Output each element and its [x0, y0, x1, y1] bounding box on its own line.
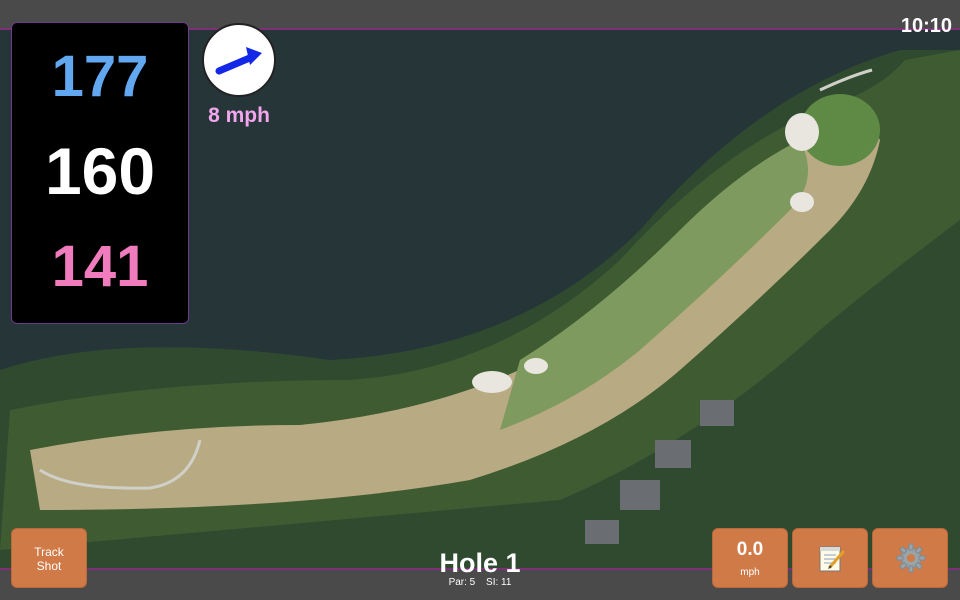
house-4: [585, 520, 619, 544]
gear-icon: [896, 543, 926, 573]
front-distance: 141: [51, 234, 149, 299]
greenside-bunker-left: [785, 113, 819, 151]
wind-direction-dial: [202, 23, 276, 97]
track-shot-button[interactable]: Track Shot: [11, 528, 87, 588]
settings-button[interactable]: [872, 528, 948, 588]
hole-par: Par: 5: [448, 577, 476, 588]
speed-value: 0.0: [736, 539, 764, 560]
speed-button[interactable]: 0.0 mph: [712, 528, 788, 588]
fairway-bunker-2: [524, 358, 548, 374]
hole-title: Hole 1: [439, 548, 521, 578]
greenside-bunker-front: [790, 192, 814, 212]
clock: 10:10: [900, 15, 952, 37]
house-3: [700, 400, 734, 426]
back-distance: 177: [51, 44, 149, 109]
speed-unit: mph: [740, 567, 760, 578]
fairway-bunker-1: [472, 371, 512, 393]
hole-stroke-index: SI: 11: [486, 577, 512, 588]
house-1: [620, 480, 660, 510]
distance-panel: 177 160 141: [11, 22, 189, 324]
notepad-icon: [819, 546, 845, 572]
track-shot-label: Track Shot: [34, 545, 64, 573]
house-2: [655, 440, 691, 468]
middle-distance: 160: [44, 134, 156, 208]
notes-button[interactable]: [792, 528, 868, 588]
arrow-right-icon: [215, 47, 262, 75]
wind-speed: 8 mph: [208, 104, 270, 127]
hole-meta: Par: 5 SI: 11: [380, 577, 580, 588]
